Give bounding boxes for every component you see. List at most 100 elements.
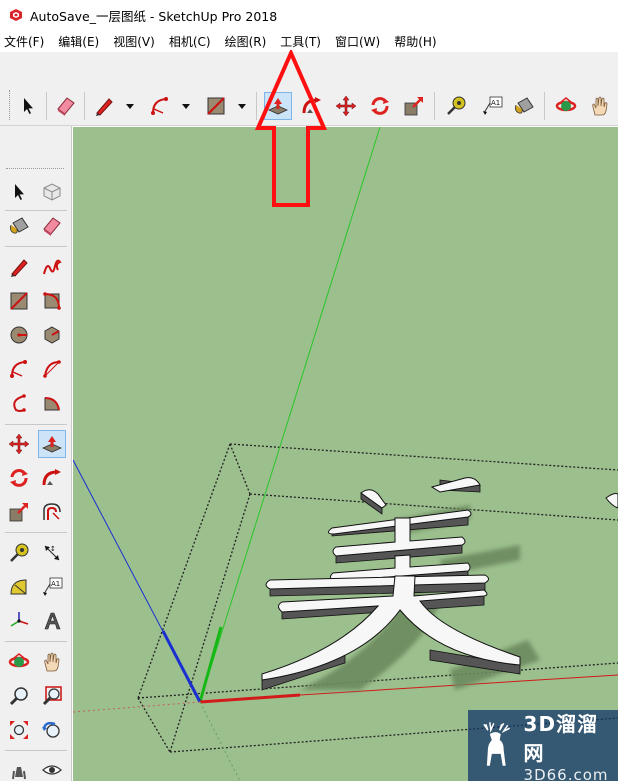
menu-file[interactable]: 文件(F)	[4, 33, 44, 50]
rectangle-dropdown-chevron-down-icon[interactable]	[237, 101, 247, 111]
axes-icon	[10, 612, 29, 627]
rotate-tool-button[interactable]	[366, 92, 394, 120]
follow-me-icon	[42, 469, 61, 486]
scale-tool-button[interactable]	[400, 92, 428, 120]
pie-tool-button[interactable]	[38, 389, 66, 417]
watermark-brand: 3D溜溜网	[523, 711, 599, 765]
x-axis-solid	[199, 693, 301, 704]
orbit-icon	[555, 97, 577, 112]
toolbar-separator	[5, 750, 67, 751]
look-around-tool-button[interactable]	[38, 756, 66, 781]
arc-tool-button[interactable]	[146, 92, 174, 120]
eraser-icon	[43, 217, 61, 236]
menu-view[interactable]: 视图(V)	[113, 33, 155, 50]
rectangle-tool-button[interactable]	[202, 92, 230, 120]
polygon-tool-button[interactable]	[38, 321, 66, 349]
move-tool-button[interactable]	[332, 92, 360, 120]
pencil-dropdown-chevron-down-icon[interactable]	[125, 101, 135, 111]
tape-measure-tool-button[interactable]	[5, 539, 33, 567]
arc-dropdown-chevron-down-icon[interactable]	[181, 101, 191, 111]
axes-tool-button[interactable]	[5, 607, 33, 635]
two-point-arc-tool-button[interactable]	[38, 355, 66, 383]
protractor-icon	[10, 579, 27, 595]
pan-tool-button[interactable]	[38, 648, 66, 676]
select-tool-button[interactable]	[5, 178, 33, 206]
tape-measure-tool-button[interactable]	[442, 92, 470, 120]
move-icon	[8, 433, 30, 455]
dimension-tool-button[interactable]: ↕	[38, 539, 66, 567]
toolbar-separator	[5, 246, 67, 247]
move-tool-button[interactable]	[5, 430, 33, 458]
pan-tool-button[interactable]	[586, 92, 614, 120]
pencil-icon	[11, 259, 28, 277]
push-pull-icon	[268, 98, 288, 115]
select-arrow-icon	[24, 98, 33, 114]
orbit-tool-button[interactable]	[5, 648, 33, 676]
menu-tools[interactable]: 工具(T)	[280, 33, 321, 50]
extruded-text-3d[interactable]	[261, 477, 618, 691]
eraser-tool-button[interactable]	[52, 92, 80, 120]
freehand-tool-button[interactable]	[38, 253, 66, 281]
two-point-arc-icon	[43, 360, 61, 378]
three-point-arc-tool-button[interactable]	[5, 389, 33, 417]
offset-tool-button[interactable]	[38, 498, 66, 526]
3d-text-tool-button[interactable]	[38, 607, 66, 635]
circle-tool-button[interactable]	[5, 321, 33, 349]
make-component-button[interactable]	[38, 178, 66, 206]
tape-measure-icon	[447, 96, 466, 115]
menu-draw[interactable]: 绘图(R)	[225, 33, 267, 50]
paint-bucket-icon	[10, 217, 29, 234]
rotate-tool-button[interactable]	[5, 464, 33, 492]
toolbar-grip[interactable]	[9, 90, 12, 120]
modeling-viewport[interactable]: 美	[73, 127, 618, 781]
toolbar-separator	[544, 92, 545, 120]
paint-bucket-tool-button[interactable]	[5, 212, 33, 240]
paint-bucket-tool-button[interactable]	[510, 92, 538, 120]
text-tool-button[interactable]: A1	[38, 573, 66, 601]
pan-hand-icon	[44, 652, 60, 672]
pencil-tool-button[interactable]	[90, 92, 118, 120]
pencil-icon	[96, 98, 113, 116]
circle-icon	[10, 326, 28, 344]
select-tool-button[interactable]	[14, 92, 42, 120]
arc-tool-button[interactable]	[5, 355, 33, 383]
orbit-tool-button[interactable]	[552, 92, 580, 120]
follow-me-tool-button[interactable]	[298, 92, 326, 120]
follow-me-icon	[302, 97, 321, 114]
text-tool-button[interactable]: A1	[478, 92, 506, 120]
protractor-tool-button[interactable]	[5, 573, 33, 601]
toolbar-grip[interactable]	[6, 168, 64, 171]
3d-text-icon	[44, 612, 61, 630]
dimension-icon: ↕	[44, 545, 60, 561]
rotated-rectangle-tool-button[interactable]	[38, 287, 66, 315]
zoom-window-tool-button[interactable]	[38, 682, 66, 710]
eraser-tool-button[interactable]	[38, 212, 66, 240]
zoom-tool-button[interactable]	[5, 682, 33, 710]
rotated-rectangle-icon	[43, 292, 61, 310]
menu-bar: 文件(F) 编辑(E) 视图(V) 相机(C) 绘图(R) 工具(T) 窗口(W…	[0, 30, 618, 52]
y-axis-solid	[198, 626, 223, 703]
toolbar-separator	[5, 424, 67, 425]
menu-camera[interactable]: 相机(C)	[169, 33, 211, 50]
y-axis-negative	[199, 701, 241, 781]
scale-tool-button[interactable]	[5, 498, 33, 526]
pie-icon	[44, 397, 60, 411]
toolbar-separator	[5, 210, 67, 211]
walk-tool-button[interactable]	[5, 756, 33, 781]
zoom-extents-icon	[10, 721, 28, 739]
follow-me-tool-button[interactable]	[38, 464, 66, 492]
pencil-tool-button[interactable]	[5, 253, 33, 281]
menu-edit[interactable]: 编辑(E)	[58, 33, 99, 50]
push-pull-tool-button[interactable]	[38, 430, 66, 458]
zoom-extents-tool-button[interactable]	[5, 716, 33, 744]
rectangle-tool-button[interactable]	[5, 287, 33, 315]
menu-window[interactable]: 窗口(W)	[335, 33, 380, 50]
svg-text:A1: A1	[491, 99, 500, 107]
menu-help[interactable]: 帮助(H)	[394, 33, 436, 50]
walk-icon	[12, 767, 26, 780]
push-pull-tool-button[interactable]	[264, 92, 292, 120]
zoom-icon	[9, 687, 28, 706]
push-pull-icon	[42, 436, 62, 453]
previous-view-tool-button[interactable]	[38, 716, 66, 744]
scene-canvas[interactable]	[73, 127, 618, 781]
